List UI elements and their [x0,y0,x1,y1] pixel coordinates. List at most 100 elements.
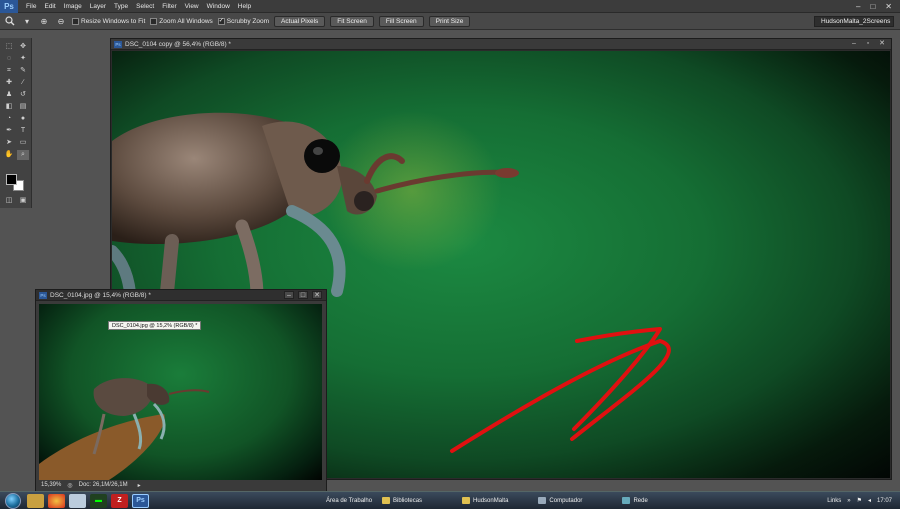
links-toolbar[interactable]: Links [827,498,841,504]
maximize-icon[interactable]: □ [870,2,875,11]
maximize-icon[interactable]: □ [298,291,308,299]
small-doc-titlebar[interactable]: Ps DSC_0104.jpg @ 15,4% (RGB/8) * – □ ✕ [36,290,326,301]
crop-tool-icon[interactable]: ⌗ [3,66,15,76]
zoom-info-icon[interactable]: ◎ [67,482,72,489]
scrubby-zoom-checkbox[interactable]: ✓ Scrubby Zoom [217,17,269,25]
zoom-out-icon[interactable]: ⊖ [55,15,67,27]
close-icon[interactable]: ✕ [885,2,892,11]
files-taskbar-icon[interactable] [69,493,86,508]
small-doc-controls: – □ ✕ [284,291,326,299]
task-desktop[interactable]: Área de Trabalho [323,494,375,507]
menu-select[interactable]: Select [132,3,158,10]
hand-tool-icon[interactable]: ✋ [3,150,15,160]
eraser-tool-icon[interactable]: ◧ [3,102,15,112]
lasso-tool-icon[interactable]: ◌ [3,54,15,64]
fill-screen-button[interactable]: Fill Screen [378,15,424,27]
chrome-taskbar-icon[interactable] [48,493,65,508]
zoom-in-icon[interactable]: ⊕ [38,15,50,27]
zoom-tool-icon[interactable]: ⌕ [17,150,29,160]
task-libraries[interactable]: Bibliotecas [379,494,425,507]
start-button[interactable] [5,492,21,509]
clone-stamp-icon[interactable]: ♟ [3,90,15,100]
checkmark-icon[interactable]: ✓ [217,17,225,25]
task-computer[interactable]: Computador [535,494,585,507]
small-document-window[interactable]: Ps DSC_0104.jpg @ 15,4% (RGB/8) * – □ ✕ … [35,289,327,492]
blur-tool-icon[interactable]: ◔ [3,114,15,124]
chevron-down-icon[interactable]: ▾ [21,15,33,27]
terminal-taskbar-icon[interactable]: ▬ [90,493,107,508]
resize-windows-checkbox[interactable]: Resize Windows to Fit [72,17,145,25]
windows-taskbar: ▬ Z Ps Área de Trabalho Bibliotecas Huds… [0,491,900,509]
restore-icon[interactable]: ▫ [863,40,873,48]
zoom-icon[interactable] [4,15,16,27]
menu-edit[interactable]: Edit [40,3,59,10]
minimize-icon[interactable]: – [849,40,859,48]
main-doc-title: DSC_0104 copy @ 56,4% (RGB/8) * [125,40,231,48]
menu-bar: Ps File Edit Image Layer Type Select Fil… [0,0,900,13]
folder-icon [382,497,391,504]
title-tooltip: DSC_0104.jpg @ 15,2% (RGB/8) * [108,321,202,330]
menu-image[interactable]: Image [60,3,86,10]
small-doc-title: DSC_0104.jpg @ 15,4% (RGB/8) * [50,291,151,299]
fit-screen-button[interactable]: Fit Screen [330,15,374,27]
menu-filter[interactable]: Filter [158,3,180,10]
task-network[interactable]: Rede [619,494,650,507]
pen-tool-icon[interactable]: ✒ [3,126,15,136]
tools-panel: ⬚ ✥ ◌ ✦ ⌗ ✎ ✚ ∕ ♟ ↺ ◧ ▤ ◔ ● ✒ T ➤ ▭ ✋ ⌕ … [0,38,32,208]
checkbox-unchecked[interactable] [150,17,158,25]
screen-mode-icon[interactable]: ▣ [17,196,29,206]
minimize-icon[interactable]: – [284,291,294,299]
photoshop-logo[interactable]: Ps [0,0,18,13]
menu-layer[interactable]: Layer [86,3,110,10]
print-size-button[interactable]: Print Size [428,15,471,27]
doc-badge: Ps [39,291,47,299]
app-window-controls: – □ ✕ [856,2,900,11]
move-tool-icon[interactable]: ✥ [17,42,29,52]
doc-badge: Ps [114,40,122,48]
foreground-color-swatch[interactable] [6,174,17,185]
menu-window[interactable]: Window [203,3,234,10]
small-canvas[interactable]: DSC_0104.jpg @ 15,2% (RGB/8) * [39,304,322,480]
main-doc-controls: – ▫ ✕ [849,40,891,48]
healing-brush-icon[interactable]: ✚ [3,78,15,88]
chevron-right-icon[interactable]: ▸ [138,482,141,489]
close-icon[interactable]: ✕ [877,40,887,48]
menu-view[interactable]: View [181,3,203,10]
eyedropper-icon[interactable]: ✎ [17,66,29,76]
dodge-tool-icon[interactable]: ● [17,114,29,124]
menu-file[interactable]: File [22,3,40,10]
explorer-taskbar-icon[interactable] [27,493,44,508]
zoom-all-windows-checkbox[interactable]: Zoom All Windows [150,17,213,25]
computer-icon [538,497,547,504]
main-doc-titlebar[interactable]: Ps DSC_0104 copy @ 56,4% (RGB/8) * – ▫ ✕ [111,39,891,50]
volume-icon[interactable]: ◂ [868,497,871,504]
minimize-icon[interactable]: – [856,2,860,11]
magic-wand-icon[interactable]: ✦ [17,54,29,64]
quick-mask-icon[interactable]: ◫ [3,196,15,206]
path-selection-icon[interactable]: ➤ [3,138,15,148]
zoom-level[interactable]: 15,39% [41,482,61,488]
history-brush-icon[interactable]: ↺ [17,90,29,100]
marquee-tool-icon[interactable]: ⬚ [3,42,15,52]
small-doc-statusbar: 15,39% ◎ Doc: 26,1M/26,1M ▸ [39,480,322,490]
checkbox-unchecked[interactable] [72,17,79,25]
photoshop-taskbar-icon[interactable]: Ps [132,493,149,508]
doc-size-info[interactable]: Doc: 26,1M/26,1M [79,482,128,488]
close-icon[interactable]: ✕ [312,291,322,299]
gradient-tool-icon[interactable]: ▤ [17,102,29,112]
task-hudsonmalta[interactable]: HudsonMalta [459,494,511,507]
flag-icon[interactable]: ⚑ [857,497,862,504]
brush-tool-icon[interactable]: ∕ [17,78,29,88]
options-bar: ▾ ⊕ ⊖ Resize Windows to Fit Zoom All Win… [0,13,900,30]
filezilla-taskbar-icon[interactable]: Z [111,493,128,508]
actual-pixels-button[interactable]: Actual Pixels [274,15,326,27]
clock[interactable]: 17:07 [877,498,892,504]
shape-tool-icon[interactable]: ▭ [17,138,29,148]
menu-type[interactable]: Type [110,3,132,10]
chevron-right-icon[interactable]: » [847,498,850,504]
workspace-switcher[interactable]: HudsonMalta_2Screens [814,15,894,27]
menu-help[interactable]: Help [234,3,255,10]
network-icon [622,497,631,504]
type-tool-icon[interactable]: T [17,126,29,136]
system-tray: Links » ⚑ ◂ 17:07 [827,497,900,505]
